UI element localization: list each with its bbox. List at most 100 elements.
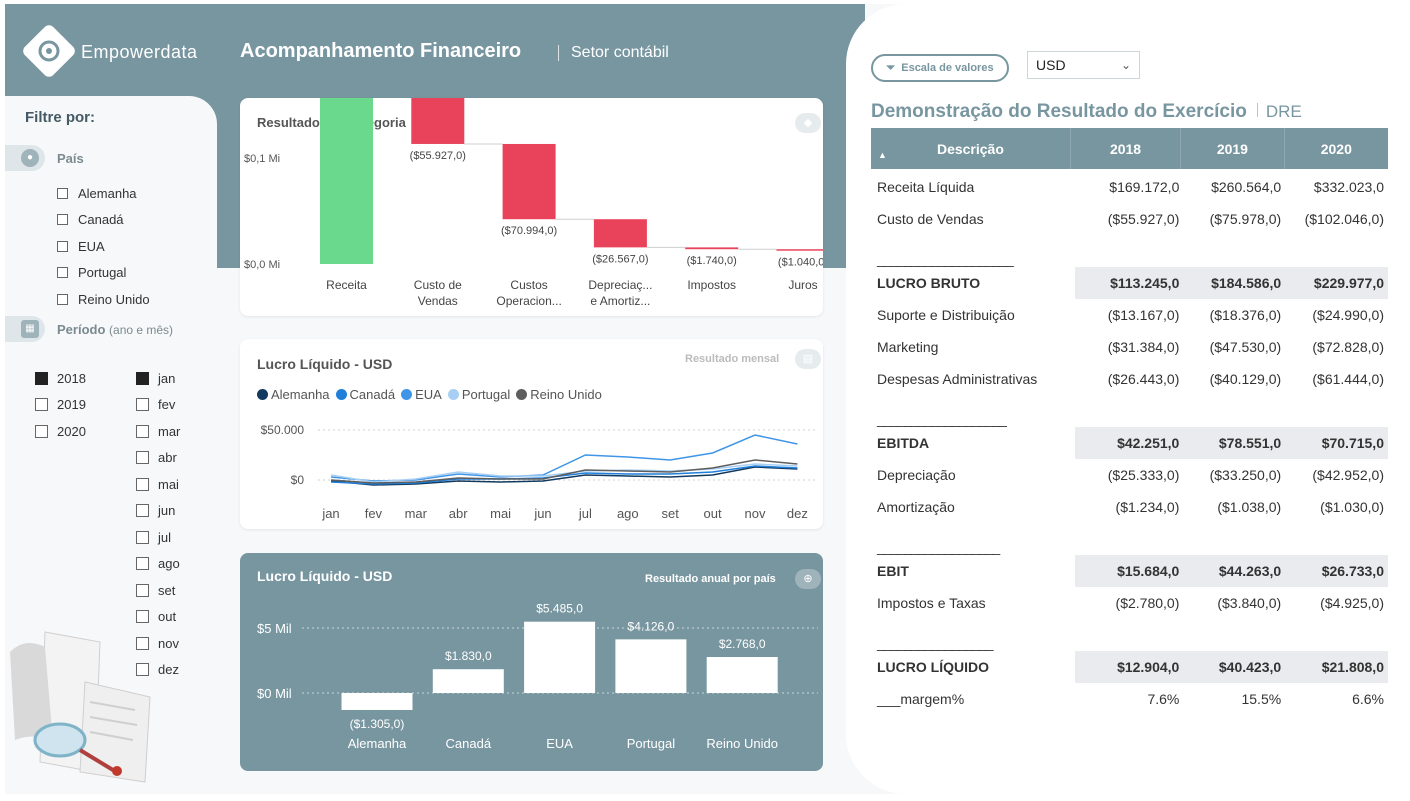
row-label: LUCRO LÍQUIDO	[877, 659, 989, 675]
location-pin-icon: ●	[21, 149, 39, 167]
x-tick-label: fev	[365, 506, 383, 521]
country-option[interactable]: Alemanha	[57, 180, 207, 207]
row-value: ($1.030,0)	[1320, 499, 1384, 515]
month-option[interactable]: abr	[136, 445, 206, 472]
category-label: Vendas	[418, 294, 458, 308]
column-header-2018[interactable]: 2018	[1071, 128, 1182, 169]
dre-row: EBIT $15.684,0 $44.263,0 $26.733,0	[871, 555, 1388, 587]
country-option[interactable]: EUA	[57, 233, 207, 260]
receipt-illustration-icon	[10, 631, 151, 783]
dre-title-suffix: DRE	[1265, 102, 1302, 121]
separator-row: ____________________	[871, 235, 1388, 267]
y-tick-label: $0	[291, 473, 305, 487]
month-option-label: set	[158, 582, 176, 598]
month-option[interactable]: jun	[136, 498, 206, 525]
row-label: EBITDA	[877, 435, 930, 451]
x-tick-label: out	[704, 506, 722, 521]
x-tick-label: jul	[578, 506, 592, 521]
sort-asc-icon: ▲	[878, 150, 887, 160]
row-label: _________________	[877, 635, 993, 651]
month-option[interactable]: jul	[136, 524, 206, 551]
filter-heading: Filtre por:	[25, 109, 95, 126]
waterfall-bar[interactable]	[502, 143, 556, 220]
data-label: ($26.567,0)	[592, 253, 648, 265]
country-bar[interactable]	[524, 621, 596, 693]
country-label: País	[57, 151, 84, 166]
country-bar[interactable]	[432, 669, 504, 693]
dre-row: LUCRO BRUTO $113.245,0 $184.586,0 $229.977,…	[871, 267, 1388, 299]
row-label: Custo de Vendas	[877, 211, 984, 227]
category-label: Reino Unido	[706, 736, 778, 751]
row-value: $260.564,0	[1211, 179, 1282, 195]
row-value: $70.715,0	[1285, 427, 1388, 459]
row-value: ($25.333,0)	[1107, 467, 1180, 483]
country-bar[interactable]	[706, 657, 778, 693]
year-option[interactable]: 2020	[35, 418, 115, 445]
country-bar[interactable]	[615, 639, 687, 693]
period-label-text: Período	[57, 322, 106, 337]
checkbox[interactable]	[136, 424, 149, 438]
logo-icon	[20, 22, 78, 80]
waterfall-bar[interactable]	[685, 247, 739, 250]
month-option[interactable]: mar	[136, 418, 206, 445]
country-option[interactable]: Canadá	[57, 207, 207, 234]
checkbox[interactable]	[35, 371, 48, 385]
column-header-2019[interactable]: 2019	[1181, 128, 1285, 169]
waterfall-bar[interactable]	[593, 219, 647, 248]
month-option-label: ago	[158, 556, 180, 572]
row-value: ($33.250,0)	[1209, 467, 1282, 483]
checkbox[interactable]	[136, 477, 149, 491]
checkbox[interactable]	[57, 240, 68, 252]
checkbox[interactable]	[136, 557, 149, 571]
checkbox[interactable]	[57, 293, 68, 305]
row-value: $40.423,0	[1183, 651, 1286, 683]
year-option-label: 2019	[57, 397, 86, 413]
year-option[interactable]: 2018	[35, 365, 115, 392]
x-tick-label: mai	[490, 506, 511, 521]
scale-button[interactable]: ⏷ Escala de valores	[871, 54, 1009, 82]
month-option[interactable]: set	[136, 577, 206, 604]
row-label: Suporte e Distribuição	[877, 307, 1015, 323]
month-option[interactable]: ago	[136, 551, 206, 578]
month-option[interactable]: mai	[136, 471, 206, 498]
y-tick-label: $5 Mil	[257, 621, 292, 636]
waterfall-bar[interactable]	[320, 98, 373, 265]
row-label: ___margem%	[877, 691, 965, 707]
checkbox[interactable]	[136, 371, 149, 385]
row-value: ($13.167,0)	[1107, 307, 1180, 323]
row-value: $15.684,0	[1074, 555, 1184, 587]
currency-select[interactable]: USD ⌄	[1027, 51, 1140, 79]
checkbox[interactable]	[136, 530, 149, 544]
row-value: ($55.927,0)	[1107, 211, 1180, 227]
country-bar[interactable]	[341, 693, 413, 710]
period-label: Período (ano e mês)	[57, 322, 173, 337]
checkbox[interactable]	[35, 424, 48, 438]
row-label: Amortização	[877, 499, 955, 515]
checkbox[interactable]	[136, 398, 149, 412]
row-label: Depreciação	[877, 467, 956, 483]
country-option[interactable]: Reino Unido	[57, 286, 207, 313]
column-header-2020[interactable]: 2020	[1285, 128, 1388, 169]
month-option[interactable]: jan	[136, 365, 206, 392]
month-option[interactable]: fev	[136, 392, 206, 419]
series-line[interactable]	[330, 463, 798, 483]
checkbox[interactable]	[35, 398, 48, 412]
checkbox[interactable]	[136, 451, 149, 465]
year-option[interactable]: 2019	[35, 392, 115, 419]
column-header-label: Descrição	[936, 140, 1004, 157]
chevron-down-icon: ⌄	[1120, 58, 1131, 72]
checkbox[interactable]	[57, 187, 68, 199]
row-value: $42.251,0	[1074, 427, 1184, 459]
checkbox[interactable]	[136, 583, 149, 597]
country-option[interactable]: Portugal	[57, 260, 207, 287]
checkbox[interactable]	[57, 214, 68, 226]
waterfall-bar[interactable]	[776, 249, 824, 251]
checkbox[interactable]	[57, 267, 68, 279]
brand-name: Empowerdata	[81, 42, 198, 62]
column-header-descricao[interactable]: ▲ Descrição	[871, 128, 1071, 169]
row-value: ($2.780,0)	[1115, 595, 1180, 611]
y-tick-label: $0 Mil	[257, 686, 292, 701]
line-chart: $50.000 $0 jan fev mar abr mai jun jul ago set out n…	[261, 423, 818, 521]
checkbox[interactable]	[136, 504, 149, 518]
waterfall-bar[interactable]	[411, 98, 465, 144]
